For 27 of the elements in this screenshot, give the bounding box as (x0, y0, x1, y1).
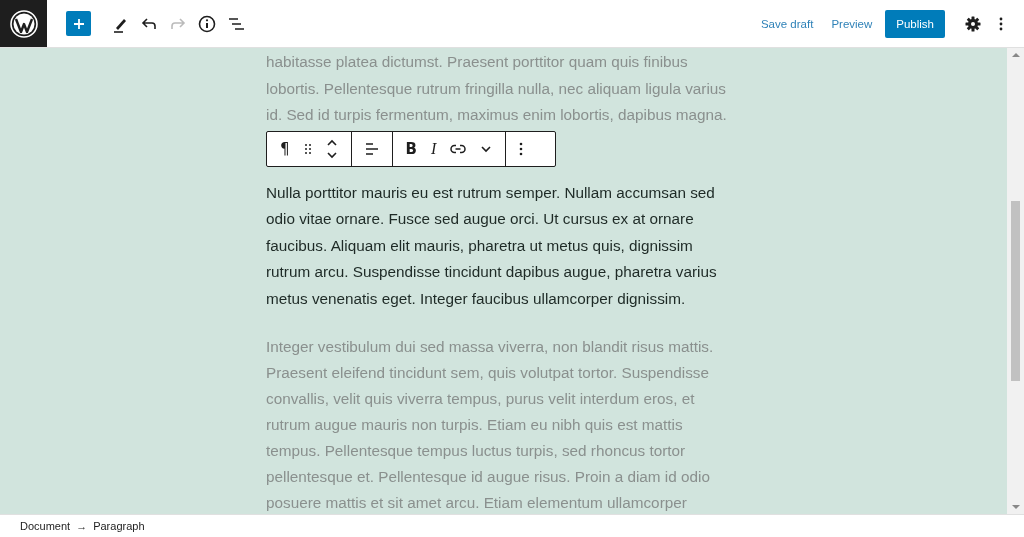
preview-button[interactable]: Preview (822, 11, 882, 36)
info-icon[interactable] (197, 13, 217, 34)
save-draft-button[interactable]: Save draft (751, 11, 823, 36)
breadcrumb-link[interactable]: Document (20, 520, 71, 532)
scroll-up-icon[interactable] (1011, 52, 1020, 58)
drag-handle-icon[interactable] (303, 142, 312, 155)
move-up-down-icon[interactable] (325, 137, 338, 160)
plus-icon (71, 16, 86, 31)
link-icon[interactable] (450, 143, 467, 154)
scrollbar[interactable] (1007, 48, 1024, 514)
more-options-icon[interactable] (999, 16, 1003, 31)
add-block-button[interactable] (66, 11, 91, 36)
settings-icon[interactable] (965, 15, 981, 32)
chevron-down-icon[interactable] (480, 144, 493, 153)
scroll-down-icon[interactable] (1011, 504, 1020, 510)
scrollbar-thumb[interactable] (1011, 201, 1020, 381)
paragraph-block-button[interactable]: ¶ (273, 139, 297, 158)
block-options-icon[interactable] (519, 141, 524, 156)
wordpress-logo[interactable] (0, 0, 47, 47)
bold-button[interactable]: B (398, 139, 424, 158)
paragraph-text[interactable]: Nulla porttitor mauris eu est rutrum semper. Nullam accumsan sed odio vitae ornare. Fusce sed augue orci. Ut cursus ex at ornare faucibus. Aliquam elit mauris, pharetra ut metus quis, dignissim rutrum arcu. Suspendisse tincidunt dapibus augue, pharetra varius metus venenatis eget. Integer faucibus ullamcorper dignissim. (266, 179, 741, 312)
breadcrumb-link[interactable]: Paragraph (93, 520, 145, 532)
publish-button[interactable]: Publish (885, 9, 945, 38)
italic-button[interactable]: I (424, 139, 444, 158)
wordpress-logo-icon (9, 9, 38, 38)
breadcrumb-separator: → (76, 520, 88, 532)
align-icon[interactable] (364, 141, 379, 156)
